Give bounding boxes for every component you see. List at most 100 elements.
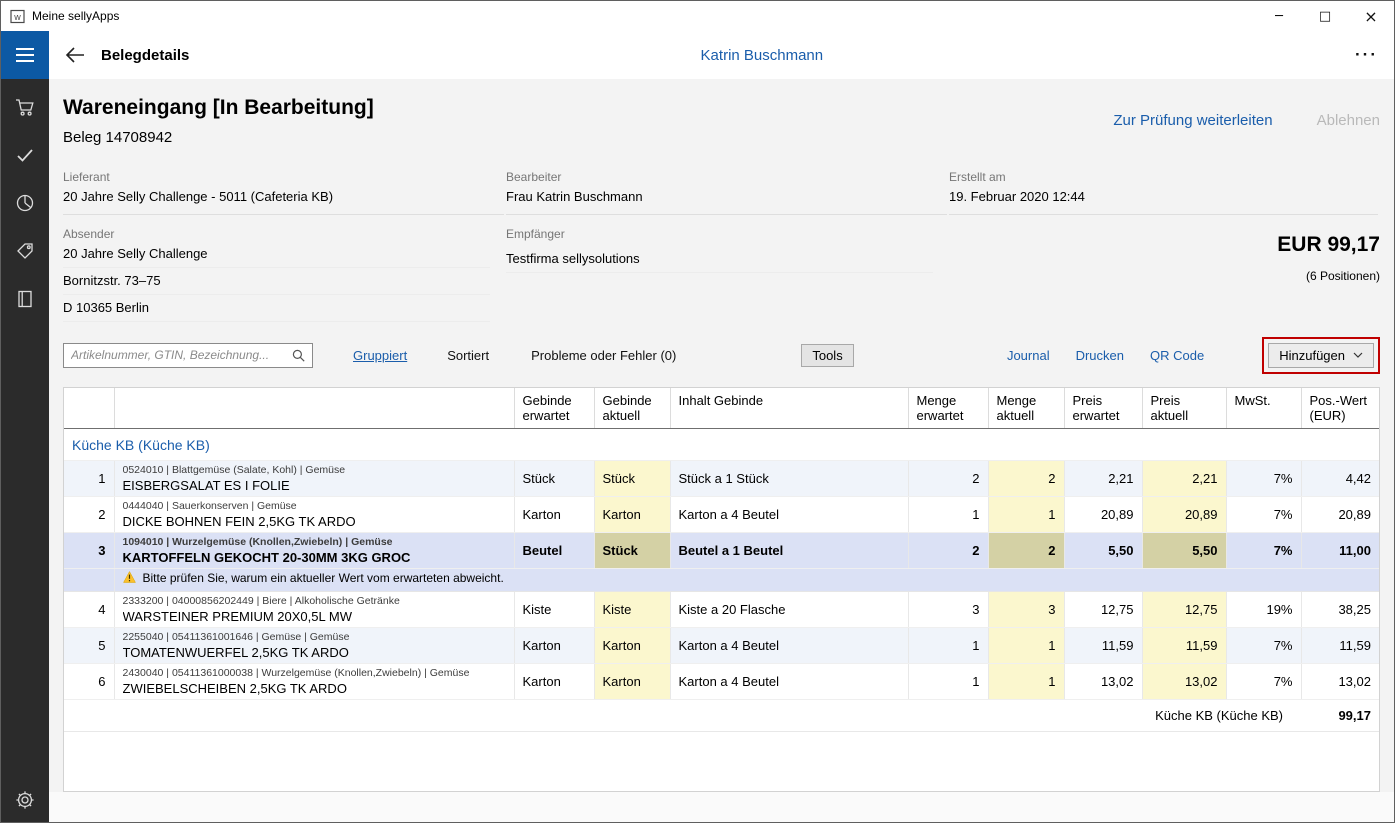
- cell-ma[interactable]: 2: [988, 461, 1064, 497]
- minimize-button[interactable]: ─: [1256, 1, 1302, 31]
- journal-icon[interactable]: [13, 288, 37, 309]
- cell-inhalt: Stück a 1 Stück: [670, 461, 908, 497]
- field-empfaenger: Empfänger Testfirma sellysolutions: [506, 227, 949, 322]
- add-button-label: Hinzufügen: [1279, 348, 1345, 363]
- cell-me: 2: [908, 533, 988, 569]
- probleme-filter[interactable]: Probleme oder Fehler (0): [531, 348, 676, 363]
- journal-link[interactable]: Journal: [1007, 348, 1050, 363]
- maximize-button[interactable]: □: [1302, 1, 1348, 31]
- table-row[interactable]: 52255040 | 05411361001646 | Gemüse | Gem…: [64, 628, 1379, 664]
- field-value-lieferant: 20 Jahre Selly Challenge - 5011 (Cafeter…: [63, 189, 504, 214]
- table-row[interactable]: 62430040 | 05411361000038 | Wurzelgemüse…: [64, 664, 1379, 700]
- table-row[interactable]: 20444040 | Sauerkonserven | GemüseDICKE …: [64, 497, 1379, 533]
- cell-pw: 38,25: [1301, 592, 1379, 628]
- menu-button[interactable]: [1, 31, 49, 79]
- cell-mwst: 7%: [1226, 497, 1301, 533]
- window-controls: ─ □ ×: [1256, 1, 1394, 31]
- cell-pe: 5,50: [1064, 533, 1142, 569]
- cell-ga[interactable]: Stück: [594, 461, 670, 497]
- absender-line-3: D 10365 Berlin: [63, 295, 490, 322]
- column-header-pe: Preis erwartet: [1064, 388, 1142, 429]
- cell-num: 2: [64, 497, 114, 533]
- cell-pa[interactable]: 5,50: [1142, 533, 1226, 569]
- cell-num: 5: [64, 628, 114, 664]
- tools-button[interactable]: Tools: [801, 344, 853, 367]
- table-row[interactable]: 42333200 | 04000856202449 | Biere | Alko…: [64, 592, 1379, 628]
- cell-ma[interactable]: 1: [988, 628, 1064, 664]
- cell-ga[interactable]: Karton: [594, 497, 670, 533]
- cell-ma[interactable]: 2: [988, 533, 1064, 569]
- cell-ma[interactable]: 1: [988, 497, 1064, 533]
- column-header-ma: Menge aktuell: [988, 388, 1064, 429]
- settings-icon[interactable]: [13, 789, 37, 810]
- qr-code-link[interactable]: QR Code: [1150, 348, 1204, 363]
- cell-pa[interactable]: 13,02: [1142, 664, 1226, 700]
- cell-ge: Karton: [514, 664, 594, 700]
- warning-row: Bitte prüfen Sie, warum ein aktueller We…: [64, 569, 1379, 592]
- warning-icon: [123, 571, 136, 583]
- cell-desc: 1094010 | Wurzelgemüse (Knollen,Zwiebeln…: [114, 533, 514, 569]
- field-lieferant: Lieferant 20 Jahre Selly Challenge - 501…: [63, 170, 504, 215]
- gruppiert-toggle[interactable]: Gruppiert: [353, 348, 407, 363]
- chevron-down-icon: [1353, 352, 1363, 358]
- table-row[interactable]: 3 1094010 | Wurzelgemüse (Knollen,Zwiebel…: [64, 533, 1379, 569]
- back-button[interactable]: [65, 47, 85, 63]
- cart-icon[interactable]: [13, 96, 37, 117]
- cell-pw: 11,59: [1301, 628, 1379, 664]
- group-footer-total: 99,17: [1301, 700, 1379, 732]
- field-bearbeiter: Bearbeiter Frau Katrin Buschmann: [506, 170, 947, 215]
- field-label-empfaenger: Empfänger: [506, 227, 949, 241]
- cell-me: 2: [908, 461, 988, 497]
- sortiert-toggle[interactable]: Sortiert: [447, 348, 489, 363]
- cell-ga[interactable]: Karton: [594, 664, 670, 700]
- table-row[interactable]: 10524010 | Blattgemüse (Salate, Kohl) | …: [64, 461, 1379, 497]
- drucken-link[interactable]: Drucken: [1076, 348, 1124, 363]
- search-icon[interactable]: [292, 349, 305, 362]
- add-button[interactable]: Hinzufügen: [1268, 343, 1374, 368]
- item-name: KARTOFFELN GEKOCHT 20-30MM 3KG GROC: [123, 550, 506, 565]
- cell-mwst: 7%: [1226, 664, 1301, 700]
- sidebar: [1, 31, 49, 822]
- more-menu-button[interactable]: ···: [1355, 45, 1378, 65]
- field-label-erstellt-am: Erstellt am: [949, 170, 1378, 184]
- cell-pe: 20,89: [1064, 497, 1142, 533]
- cell-ge: Karton: [514, 497, 594, 533]
- warning-message: Bitte prüfen Sie, warum ein aktueller We…: [114, 569, 1379, 592]
- cell-ma[interactable]: 1: [988, 664, 1064, 700]
- cell-ma[interactable]: 3: [988, 592, 1064, 628]
- cell-pa[interactable]: 12,75: [1142, 592, 1226, 628]
- bottom-scroll-area: [49, 792, 1394, 822]
- cell-num: 3: [64, 533, 114, 569]
- reject-link[interactable]: Ablehnen: [1317, 112, 1380, 129]
- absender-line-2: Bornitzstr. 73–75: [63, 268, 490, 295]
- cell-inhalt: Beutel a 1 Beutel: [670, 533, 908, 569]
- check-icon[interactable]: [13, 144, 37, 165]
- group-header-row: Küche KB (Küche KB): [64, 429, 1379, 461]
- table-body: Küche KB (Küche KB)10524010 | Blattgemüs…: [64, 429, 1379, 700]
- cell-me: 1: [908, 497, 988, 533]
- item-info: 1094010 | Wurzelgemüse (Knollen,Zwiebeln…: [123, 536, 506, 548]
- field-value-erstellt-am: 19. Februar 2020 12:44: [949, 189, 1378, 214]
- cell-ga[interactable]: Karton: [594, 628, 670, 664]
- group-footer-label: Küche KB (Küche KB): [64, 700, 1301, 732]
- field-label-bearbeiter: Bearbeiter: [506, 170, 947, 184]
- item-info: 0524010 | Blattgemüse (Salate, Kohl) | G…: [123, 464, 506, 476]
- app-header: Belegdetails Katrin Buschmann ···: [49, 31, 1394, 79]
- item-name: ZWIEBELSCHEIBEN 2,5KG TK ARDO: [123, 681, 506, 696]
- cell-pe: 2,21: [1064, 461, 1142, 497]
- cell-inhalt: Karton a 4 Beutel: [670, 664, 908, 700]
- close-button[interactable]: ×: [1348, 1, 1394, 31]
- field-erstellt-am: Erstellt am 19. Februar 2020 12:44: [949, 170, 1378, 215]
- cell-ga[interactable]: Kiste: [594, 592, 670, 628]
- column-header-num: [64, 388, 114, 429]
- tag-icon[interactable]: [13, 240, 37, 261]
- cell-ga[interactable]: Stück: [594, 533, 670, 569]
- cell-pa[interactable]: 2,21: [1142, 461, 1226, 497]
- search-input[interactable]: [71, 348, 292, 362]
- forward-review-link[interactable]: Zur Prüfung weiterleiten: [1113, 112, 1272, 129]
- cell-desc: 2255040 | 05411361001646 | Gemüse | Gemü…: [114, 628, 514, 664]
- cell-pa[interactable]: 20,89: [1142, 497, 1226, 533]
- cell-ge: Beutel: [514, 533, 594, 569]
- cell-pa[interactable]: 11,59: [1142, 628, 1226, 664]
- pie-chart-icon[interactable]: [13, 192, 37, 213]
